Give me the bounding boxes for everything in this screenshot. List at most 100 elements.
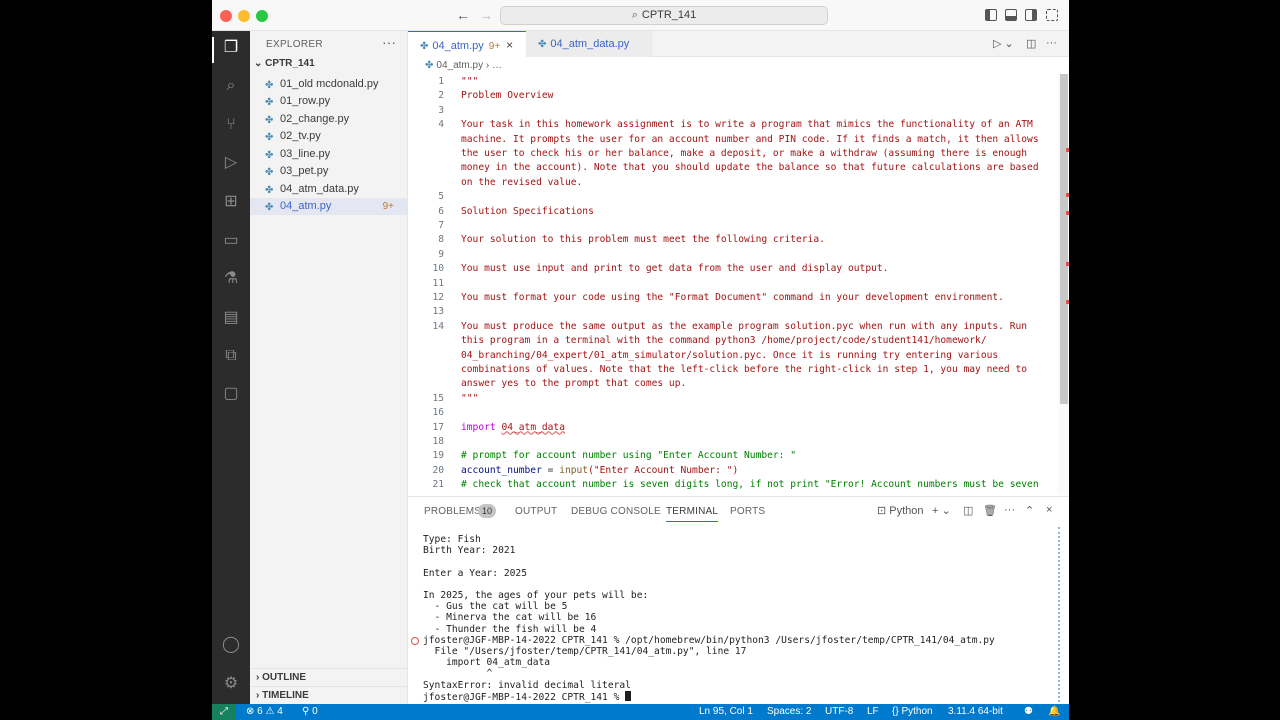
- indentation[interactable]: Spaces: 2: [767, 704, 811, 720]
- tab-badge: 9+: [488, 41, 501, 52]
- close-window-button[interactable]: [220, 10, 232, 22]
- file-name: 03_pet.py: [280, 165, 329, 177]
- chat-icon[interactable]: ▢: [221, 384, 241, 404]
- editor-tabs: ✤ 04_atm.py 9+ × ✤ 04_atm_data.py ▷ ⌄ ◫ ···: [408, 31, 1069, 57]
- terminal-line: import 04_atm_data: [423, 657, 551, 669]
- warning-count: 4: [277, 706, 283, 717]
- line-ending[interactable]: LF: [867, 704, 879, 720]
- notifications-icon[interactable]: 🔔: [1048, 704, 1060, 720]
- bottom-panel: PROBLEMS 10 OUTPUT DEBUG CONSOLE TERMINA…: [408, 496, 1069, 704]
- cursor-position[interactable]: Ln 95, Col 1: [699, 704, 753, 720]
- toggle-secondary-sidebar-icon[interactable]: [1025, 9, 1037, 21]
- remote-indicator-icon[interactable]: ⤢: [212, 704, 236, 720]
- toggle-panel-icon[interactable]: [1005, 9, 1017, 21]
- tab-ports[interactable]: PORTS: [730, 506, 765, 517]
- line-number: 16: [432, 407, 444, 419]
- more-actions-icon[interactable]: ···: [1046, 37, 1057, 49]
- file-item[interactable]: ✤ 01_old mcdonald.py: [250, 76, 407, 93]
- file-item[interactable]: ✤ 04_atm_data.py: [250, 181, 407, 198]
- kill-terminal-icon[interactable]: 🗑: [983, 504, 997, 517]
- file-item-selected[interactable]: ✤ 04_atm.py 9+: [250, 198, 407, 215]
- line-number: [408, 363, 444, 377]
- chevron-right-icon: ›: [256, 690, 260, 701]
- run-debug-icon[interactable]: ▷: [221, 153, 241, 173]
- active-indicator: [212, 37, 214, 63]
- extensions-icon[interactable]: ⊞: [221, 192, 241, 212]
- file-item[interactable]: ✤ 03_pet.py: [250, 163, 407, 180]
- maximize-panel-icon[interactable]: ⌃: [1025, 504, 1034, 517]
- maximize-window-button[interactable]: [256, 10, 268, 22]
- close-tab-icon[interactable]: ×: [506, 38, 513, 52]
- minimize-window-button[interactable]: [238, 10, 250, 22]
- tab-debug-console[interactable]: DEBUG CONSOLE: [571, 506, 661, 517]
- command-center[interactable]: ⌕ CPTR_141: [500, 6, 828, 25]
- copilot-icon[interactable]: ⚉: [1024, 704, 1033, 720]
- close-panel-icon[interactable]: ×: [1046, 504, 1052, 516]
- string-token: ("Enter Account Number: "): [588, 464, 739, 476]
- file-name: 02_tv.py: [280, 130, 321, 142]
- tab-problems[interactable]: PROBLEMS: [424, 506, 481, 517]
- language-mode[interactable]: {} Python: [892, 704, 933, 720]
- timeline-section[interactable]: › TIMELINE: [250, 686, 407, 704]
- containers-icon[interactable]: ⧉: [221, 346, 241, 366]
- search-icon[interactable]: ⌕: [221, 76, 241, 96]
- file-item[interactable]: ✤ 03_line.py: [250, 146, 407, 163]
- code-line: You must format your code using the "For…: [461, 292, 1004, 303]
- split-editor-icon[interactable]: ◫: [1026, 37, 1036, 50]
- tab-label: 04_atm.py: [432, 40, 484, 52]
- forward-arrow-icon[interactable]: →: [479, 7, 493, 23]
- code-line: Your task in this homework assignment is…: [461, 119, 1033, 131]
- ports-status[interactable]: ⚲ 0: [302, 704, 318, 720]
- terminal-shell-selector[interactable]: ⊡ Python: [877, 504, 924, 517]
- code-line: on the revised value.: [461, 176, 583, 188]
- editor-scrollbar-thumb[interactable]: [1060, 74, 1068, 404]
- toggle-sidebar-icon[interactable]: [985, 9, 997, 21]
- tab-output[interactable]: OUTPUT: [515, 506, 557, 517]
- breadcrumb-more[interactable]: …: [492, 60, 502, 71]
- vscode-window: ← → ⌕ CPTR_141 ❐ ⌕ ⑂ ▷ ⊞ ▭ ⚗ ▤ ⧉ ▢ ◯ ⚙ EX…: [212, 0, 1069, 720]
- explorer-icon[interactable]: ❐: [221, 38, 241, 58]
- more-actions-icon[interactable]: ···: [1004, 504, 1015, 516]
- customize-layout-icon[interactable]: [1046, 9, 1058, 21]
- split-terminal-icon[interactable]: ◫: [963, 504, 973, 517]
- command-failed-icon[interactable]: [411, 636, 419, 645]
- remote-explorer-icon[interactable]: ▭: [221, 231, 241, 251]
- file-item[interactable]: ✤ 02_change.py: [250, 111, 407, 128]
- function-token: input: [559, 464, 589, 476]
- problems-badge: 9+: [382, 201, 394, 212]
- tab-terminal[interactable]: TERMINAL: [666, 506, 719, 522]
- encoding[interactable]: UTF-8: [825, 704, 853, 720]
- code-line: You must use input and print to get data…: [461, 263, 889, 275]
- line-number: [408, 377, 444, 391]
- python-interpreter[interactable]: 3.11.4 64-bit: [948, 704, 1003, 720]
- line-number: 17: [432, 421, 444, 433]
- source-control-icon[interactable]: ⑂: [221, 115, 241, 135]
- more-actions-icon[interactable]: ···: [382, 34, 396, 50]
- file-item[interactable]: ✤ 01_row.py: [250, 93, 407, 110]
- new-terminal-icon[interactable]: + ⌄: [932, 504, 951, 517]
- code-line: machine. It prompts the user for an acco…: [461, 133, 1039, 145]
- back-arrow-icon[interactable]: ←: [456, 7, 470, 23]
- workspace-folder[interactable]: ⌄ CPTR_141: [254, 58, 315, 69]
- testing-icon[interactable]: ⚗: [221, 269, 241, 289]
- docker-icon[interactable]: ▤: [221, 308, 241, 328]
- breadcrumb-file[interactable]: 04_atm.py: [436, 60, 483, 71]
- account-icon[interactable]: ◯: [221, 635, 241, 655]
- file-name: 02_change.py: [280, 113, 350, 125]
- code-line: """: [461, 76, 479, 87]
- file-name: 01_row.py: [280, 95, 331, 107]
- line-number: 11: [432, 277, 444, 289]
- run-icon[interactable]: ▷ ⌄: [993, 37, 1014, 50]
- file-item[interactable]: ✤ 02_tv.py: [250, 128, 407, 145]
- code-editor[interactable]: 1 """ 2 Problem Overview 3 4 Your task in this…: [408, 74, 1058, 495]
- terminal-line: Enter a Year: 2025: [423, 567, 527, 579]
- error-marker: [1066, 148, 1069, 152]
- settings-icon[interactable]: ⚙: [221, 674, 241, 694]
- tab-04-atm[interactable]: ✤ 04_atm.py 9+ ×: [408, 31, 526, 57]
- outline-section[interactable]: › OUTLINE: [250, 668, 407, 686]
- line-number: 6: [438, 205, 444, 217]
- tab-04-atm-data[interactable]: ✤ 04_atm_data.py: [526, 31, 652, 57]
- problems-status[interactable]: ⊗ 6 ⚠ 4: [246, 704, 283, 720]
